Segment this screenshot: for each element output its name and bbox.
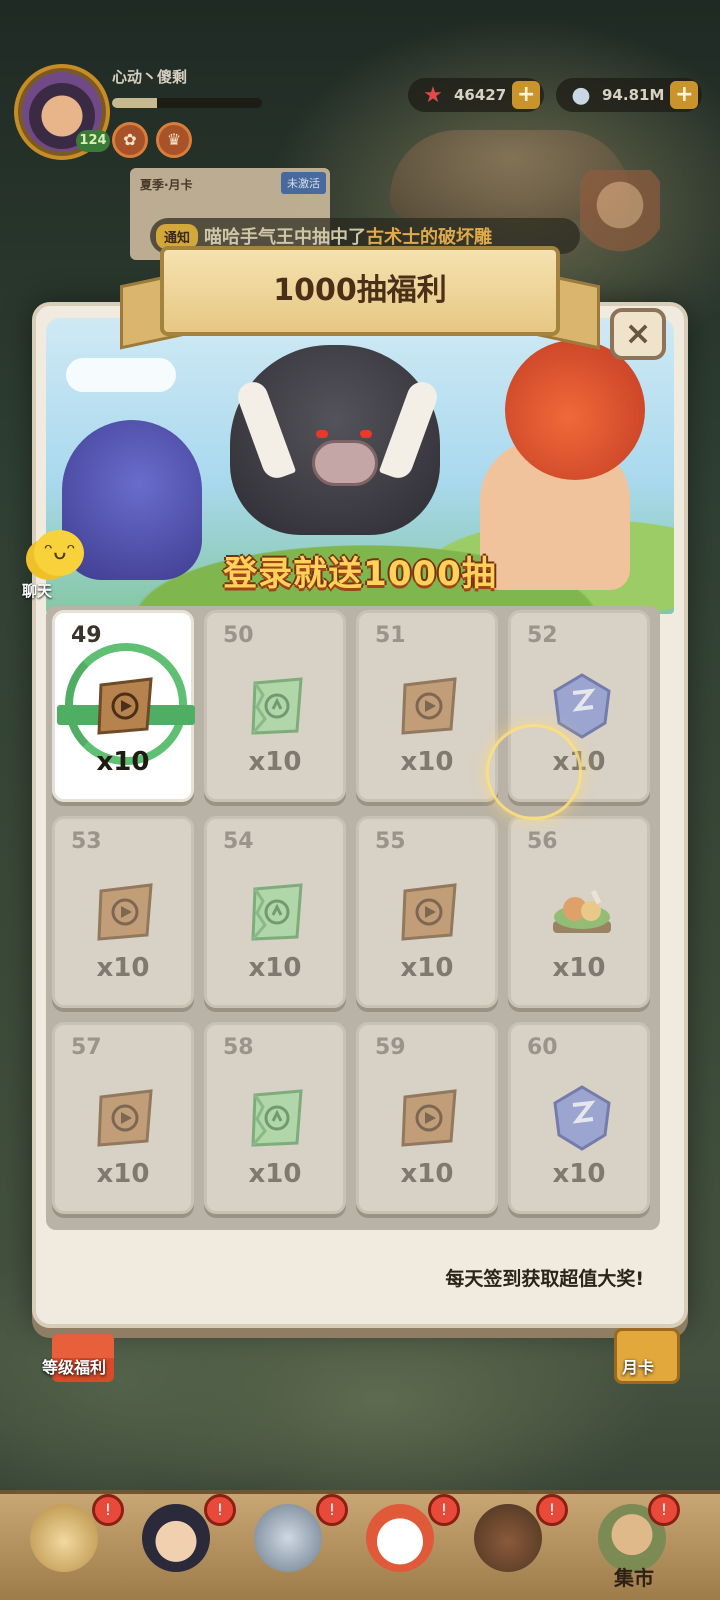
nav-item-tribe[interactable]: !: [16, 1494, 124, 1596]
season-card-status: 未激活: [281, 172, 326, 194]
house-icon: [474, 1504, 542, 1572]
reward-cell-day-50[interactable]: 50 x10: [204, 610, 346, 802]
pet-icon: [366, 1504, 434, 1572]
reward-cell-day-51[interactable]: 51 x10: [356, 610, 498, 802]
reward-day-number: 50: [223, 623, 254, 648]
reward-cell-day-59[interactable]: 59 x10: [356, 1022, 498, 1214]
xp-progress-bar: [112, 98, 262, 108]
reward-cell-day-56[interactable]: 56 x10: [508, 816, 650, 1008]
close-button[interactable]: ×: [610, 308, 666, 360]
reward-quantity: x10: [400, 953, 454, 983]
notice-tag: 通知: [156, 223, 199, 249]
tribe-icon: [30, 1504, 98, 1572]
stone-icon: ●: [571, 82, 591, 108]
nav-item-house[interactable]: !: [460, 1494, 568, 1596]
banner-caption: 登录就送1000抽: [223, 554, 497, 594]
currency-stone: ● 94.81M +: [556, 78, 703, 112]
reward-day-number: 56: [527, 829, 558, 854]
shield-buff-icon[interactable]: ♛: [156, 122, 192, 158]
notification-badge: !: [536, 1494, 568, 1526]
reward-day-number: 58: [223, 1035, 254, 1060]
reward-day-number: 53: [71, 829, 102, 854]
notification-badge: !: [428, 1494, 460, 1526]
player-name: 心动丶傻剩: [112, 68, 188, 86]
add-stone-button[interactable]: +: [670, 81, 699, 109]
hero-icon: [142, 1504, 210, 1572]
player-level-badge: 124: [76, 130, 110, 152]
nav-item-hero[interactable]: !: [128, 1494, 236, 1596]
reward-cell-day-49[interactable]: 49 x10: [52, 610, 195, 802]
level-welfare-label[interactable]: 等级福利: [42, 1354, 106, 1378]
boar-snout: [312, 440, 378, 486]
reward-quantity: x10: [552, 1159, 606, 1189]
green-ticket-icon: [243, 671, 313, 741]
draw-ticket-icon: [395, 1083, 465, 1153]
boar-eye: [360, 430, 372, 438]
nav-item-equipment[interactable]: !: [240, 1494, 348, 1596]
dialog-footer-text: 每天签到获取超值大奖!: [445, 1268, 644, 1290]
reward-day-number: 51: [375, 623, 406, 648]
cloud-decoration: [66, 358, 176, 392]
reward-day-number: 60: [527, 1035, 558, 1060]
draw-ticket-icon: [91, 671, 161, 741]
reward-cell-day-57[interactable]: 57 x10: [52, 1022, 194, 1214]
month-card-label[interactable]: 月卡: [622, 1354, 654, 1378]
sparkle-effect: [486, 724, 582, 820]
boar-eye: [316, 430, 328, 438]
currency-value: 94.81M: [602, 86, 665, 104]
crystal-icon: [547, 1083, 617, 1153]
currency-starfish: ★ 46427 +: [408, 78, 545, 112]
reward-quantity: x10: [400, 747, 454, 777]
reward-cell-day-58[interactable]: 58 x10: [204, 1022, 346, 1214]
reward-day-number: 59: [375, 1035, 406, 1060]
reward-quantity: x10: [96, 953, 150, 983]
reward-cell-day-60[interactable]: 60 x10: [508, 1022, 650, 1214]
draw-ticket-icon: [91, 1083, 161, 1153]
green-ticket-icon: [243, 877, 313, 947]
reward-quantity: x10: [248, 747, 302, 777]
reward-day-number: 52: [527, 623, 558, 648]
chat-label[interactable]: 聊天: [22, 580, 52, 601]
hunter-hair: [505, 340, 645, 480]
reward-day-number: 49: [71, 623, 102, 648]
notification-badge: !: [92, 1494, 124, 1526]
draw-ticket-icon: [395, 671, 465, 741]
dialog-title: 1000抽福利: [160, 246, 560, 336]
sword-shield-icon: [254, 1504, 322, 1572]
currency-value: 46427: [454, 86, 507, 104]
lucky-cat-decoration: [580, 170, 660, 270]
reward-quantity: x10: [96, 747, 150, 777]
add-starfish-button[interactable]: +: [512, 81, 541, 109]
reward-quantity: x10: [248, 953, 302, 983]
notification-badge: !: [204, 1494, 236, 1526]
reward-quantity: x10: [400, 1159, 454, 1189]
draw-ticket-icon: [91, 877, 161, 947]
green-ticket-icon: [243, 1083, 313, 1153]
reward-quantity: x10: [96, 1159, 150, 1189]
reward-cell-day-55[interactable]: 55 x10: [356, 816, 498, 1008]
nav-item-pet[interactable]: !: [352, 1494, 460, 1596]
starfish-icon: ★: [423, 82, 443, 108]
season-card-title: 夏季·月卡: [140, 178, 193, 192]
food-platter-icon: [547, 877, 617, 947]
reward-quantity: x10: [552, 953, 606, 983]
notification-badge: !: [648, 1494, 680, 1526]
notice-message-prefix: 喵哈手气王中抽中了: [204, 227, 367, 248]
buff-icon[interactable]: ✿: [112, 122, 148, 158]
notice-message-highlight: 古术士的破坏雕: [366, 227, 493, 248]
reward-cell-day-54[interactable]: 54 x10: [204, 816, 346, 1008]
xp-progress-fill: [112, 98, 157, 108]
reward-quantity: x10: [248, 1159, 302, 1189]
reward-day-number: 55: [375, 829, 406, 854]
reward-day-number: 57: [71, 1035, 102, 1060]
market-label[interactable]: 集市: [614, 1562, 654, 1591]
notification-badge: !: [316, 1494, 348, 1526]
smiley-icon: ᵔᴗᵔ: [44, 540, 76, 565]
draw-ticket-icon: [395, 877, 465, 947]
reward-grid: 49 x10 50 x10 51 x10 52 x10 53 x10 54 x10 55 x10 56 x10…: [46, 606, 660, 1230]
reward-cell-day-53[interactable]: 53 x10: [52, 816, 194, 1008]
reward-day-number: 54: [223, 829, 254, 854]
